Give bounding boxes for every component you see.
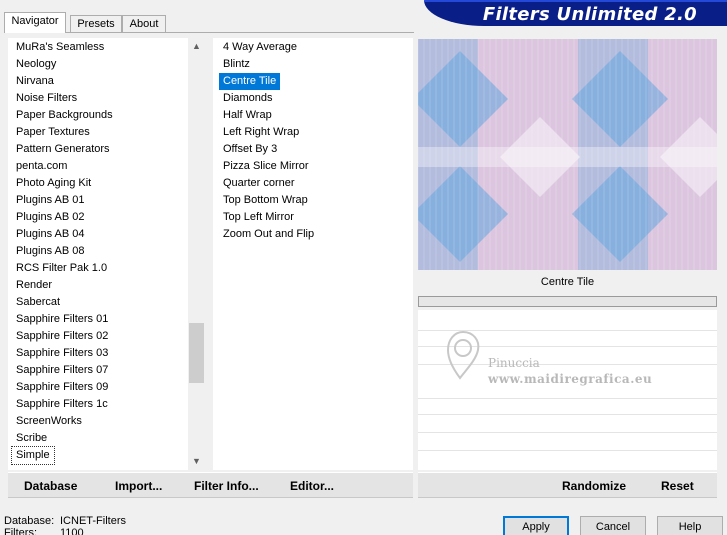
scroll-up-icon[interactable]: ▲	[188, 38, 205, 55]
help-button[interactable]: Help	[657, 516, 723, 535]
right-button-strip: Randomize Reset	[418, 472, 717, 498]
filter-item[interactable]: Centre Tile	[219, 73, 281, 90]
category-item[interactable]: Paper Textures	[12, 124, 94, 141]
tab-navigator[interactable]: Navigator	[4, 12, 66, 33]
category-item[interactable]: Sapphire Filters 09	[12, 379, 112, 396]
reset-button[interactable]: Reset	[661, 479, 694, 493]
cancel-button[interactable]: Cancel	[580, 516, 646, 535]
category-item[interactable]: Noise Filters	[12, 90, 81, 107]
database-value: ICNET-Filters	[60, 515, 126, 527]
param-divider	[418, 414, 717, 415]
category-item[interactable]: Sapphire Filters 03	[12, 345, 112, 362]
category-item[interactable]: Photo Aging Kit	[12, 175, 95, 192]
filter-item[interactable]: Quarter corner	[219, 175, 299, 192]
category-item[interactable]: MuRa's Seamless	[12, 39, 108, 56]
param-divider	[418, 432, 717, 433]
preview-progress-bar	[418, 296, 717, 307]
filter-item[interactable]: Top Left Mirror	[219, 209, 298, 226]
filter-item[interactable]: Half Wrap	[219, 107, 276, 124]
watermark-url: www.maidiregrafica.eu	[488, 372, 653, 386]
import-button[interactable]: Import...	[115, 479, 162, 493]
category-item[interactable]: penta.com	[12, 158, 71, 175]
filter-item[interactable]: 4 Way Average	[219, 39, 301, 56]
apply-button[interactable]: Apply	[503, 516, 569, 535]
category-list[interactable]: MuRa's Seamless Neology Nirvana Noise Filte…	[8, 38, 205, 470]
app-title: Filters Unlimited 2.0	[482, 4, 697, 25]
filter-info-button[interactable]: Filter Info...	[194, 479, 259, 493]
tab-about[interactable]: About	[122, 15, 166, 33]
database-label: Database:	[4, 515, 55, 527]
preview-image	[418, 39, 717, 270]
filter-list[interactable]: 4 Way Average Blintz Centre Tile Diamonds Ha…	[213, 38, 413, 470]
filter-item[interactable]: Pizza Slice Mirror	[219, 158, 313, 175]
param-divider	[418, 398, 717, 399]
watermark-logo-icon	[446, 330, 480, 380]
category-item[interactable]: Sabercat	[12, 294, 64, 311]
category-item[interactable]: Pattern Generators	[12, 141, 114, 158]
param-divider	[418, 450, 717, 451]
category-item[interactable]: ScreenWorks	[12, 413, 86, 430]
category-item[interactable]: Simple	[11, 446, 55, 465]
tab-presets[interactable]: Presets	[70, 15, 122, 33]
filter-item[interactable]: Zoom Out and Flip	[219, 226, 318, 243]
category-item[interactable]: Sapphire Filters 07	[12, 362, 112, 379]
watermark-name: Pinuccia	[488, 356, 540, 370]
category-item[interactable]: Sapphire Filters 1c	[12, 396, 112, 413]
left-button-strip: Database Import... Filter Info... Editor…	[8, 472, 413, 498]
category-item[interactable]: Sapphire Filters 02	[12, 328, 112, 345]
filter-item[interactable]: Left Right Wrap	[219, 124, 303, 141]
filters-count-label: Filters:	[4, 527, 37, 535]
category-item[interactable]: Scribe	[12, 430, 51, 447]
editor-button[interactable]: Editor...	[290, 479, 334, 493]
filter-item[interactable]: Top Bottom Wrap	[219, 192, 312, 209]
category-scrollbar[interactable]: ▲ ▼	[188, 38, 205, 470]
title-banner: Filters Unlimited 2.0	[424, 0, 727, 26]
database-button[interactable]: Database	[24, 479, 77, 493]
filter-item[interactable]: Blintz	[219, 56, 254, 73]
category-item[interactable]: RCS Filter Pak 1.0	[12, 260, 111, 277]
filters-count-value: 1100	[60, 527, 84, 535]
scroll-down-icon[interactable]: ▼	[188, 453, 205, 470]
filter-item[interactable]: Offset By 3	[219, 141, 281, 158]
category-item[interactable]: Neology	[12, 56, 60, 73]
category-item[interactable]: Paper Backgrounds	[12, 107, 117, 124]
category-item[interactable]: Sapphire Filters 01	[12, 311, 112, 328]
category-item[interactable]: Render	[12, 277, 56, 294]
category-item[interactable]: Plugins AB 02	[12, 209, 89, 226]
category-item[interactable]: Plugins AB 01	[12, 192, 89, 209]
randomize-button[interactable]: Randomize	[562, 479, 626, 493]
scroll-thumb[interactable]	[189, 323, 204, 383]
category-item[interactable]: Plugins AB 08	[12, 243, 89, 260]
filter-item[interactable]: Diamonds	[219, 90, 277, 107]
category-item[interactable]: Plugins AB 04	[12, 226, 89, 243]
preview-caption: Centre Tile	[540, 276, 595, 288]
category-item[interactable]: Nirvana	[12, 73, 58, 90]
